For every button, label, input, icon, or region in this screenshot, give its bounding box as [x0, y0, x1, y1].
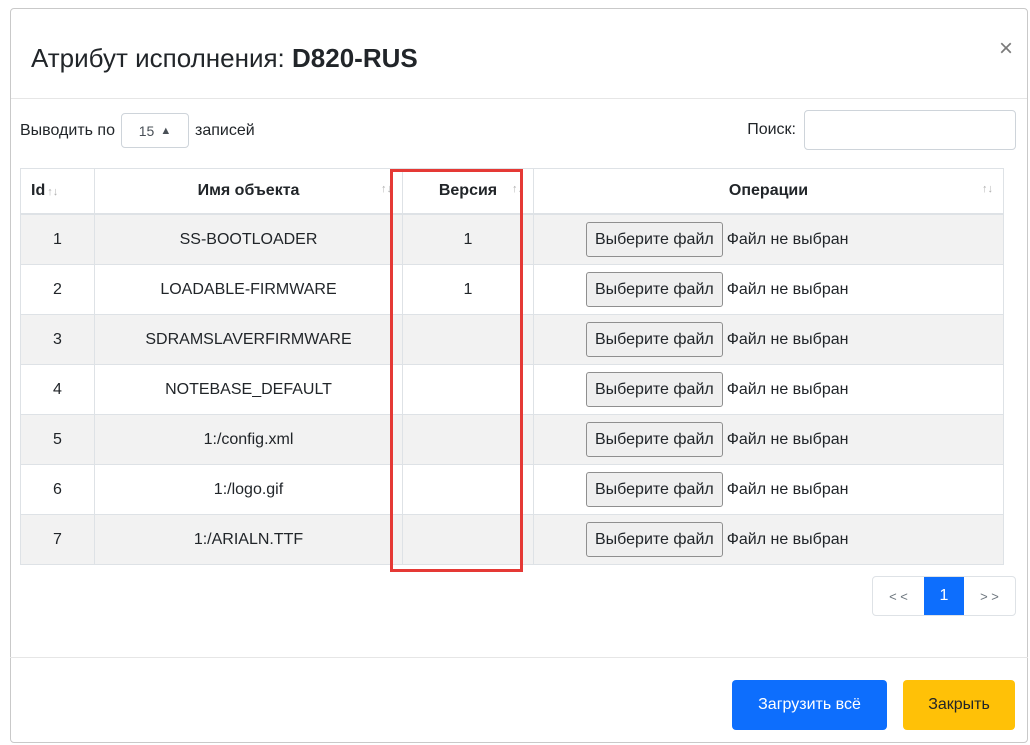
choose-file-button[interactable]: Выберите файл	[586, 222, 723, 257]
cell-version	[402, 514, 534, 565]
cell-name: SS-BOOTLOADER	[94, 213, 403, 265]
table-row: 3 SDRAMSLAVERFIRMWARE Выберите файл Файл …	[20, 314, 1004, 365]
choose-file-button[interactable]: Выберите файл	[586, 272, 723, 307]
file-status: Файл не выбран	[726, 380, 849, 398]
table-row: 6 1:/logo.gif Выберите файл Файл не выбра…	[20, 464, 1004, 515]
table-row: 2 LOADABLE-FIRMWARE 1 Выберите файл Файл …	[20, 264, 1004, 315]
file-status: Файл не выбран	[726, 280, 849, 298]
cell-version: 1	[402, 213, 534, 265]
search-input[interactable]	[804, 110, 1016, 150]
modal-title: Атрибут исполнения: D820-RUS	[31, 40, 418, 76]
pagination-prev[interactable]: < <	[873, 577, 924, 615]
page-size-control: Выводить по 15 ▲︎ записей	[20, 113, 255, 148]
search-label: Поиск:	[747, 121, 796, 138]
records-label: записей	[194, 121, 255, 139]
cell-id: 7	[20, 514, 95, 565]
cell-id: 6	[20, 464, 95, 515]
page-size-select[interactable]: 15 ▲︎	[120, 113, 189, 148]
close-button[interactable]: Закрыть	[903, 680, 1015, 730]
table-row: 1 SS-BOOTLOADER 1 Выберите файл Файл не в…	[20, 213, 1004, 265]
header-operations-label: Операции	[728, 182, 809, 199]
show-label: Выводить по	[20, 121, 115, 139]
pagination-page-current[interactable]: 1	[924, 577, 964, 615]
column-header-name[interactable]: Имя объекта ↑↓	[94, 168, 403, 215]
upload-all-button[interactable]: Загрузить всё	[732, 680, 887, 730]
file-status: Файл не выбран	[726, 530, 849, 548]
cell-version	[402, 314, 534, 365]
choose-file-button[interactable]: Выберите файл	[586, 422, 723, 457]
cell-version	[402, 414, 534, 465]
column-header-operations[interactable]: Операции ↑↓	[533, 168, 1004, 215]
cell-name: SDRAMSLAVERFIRMWARE	[94, 314, 403, 365]
search-control: Поиск:	[747, 110, 1016, 150]
close-icon[interactable]: ×	[999, 37, 1013, 61]
modal-title-name: D820-RUS	[292, 43, 418, 73]
page-size-value: 15	[138, 122, 155, 139]
table-body: 1 SS-BOOTLOADER 1 Выберите файл Файл не в…	[20, 213, 1004, 565]
cell-name: 1:/ARIALN.TTF	[94, 514, 403, 565]
cell-name: LOADABLE-FIRMWARE	[94, 264, 403, 315]
column-header-version[interactable]: Версия ↑↓	[402, 168, 534, 215]
cell-name: 1:/logo.gif	[94, 464, 403, 515]
modal-title-prefix: Атрибут исполнения:	[31, 43, 293, 73]
table-header-row: Id ↑↓ Имя объекта ↑↓ Версия ↑↓ Операции ↑↓	[20, 168, 1004, 215]
cell-operations: Выберите файл Файл не выбран	[533, 213, 1004, 265]
column-header-id[interactable]: Id ↑↓	[20, 168, 95, 215]
cell-operations: Выберите файл Файл не выбран	[533, 414, 1004, 465]
cell-operations: Выберите файл Файл не выбран	[533, 314, 1004, 365]
cell-version: 1	[402, 264, 534, 315]
file-status: Файл не выбран	[726, 330, 849, 348]
sort-icon: ↑↓	[512, 183, 523, 195]
cell-name: NOTEBASE_DEFAULT	[94, 364, 403, 415]
choose-file-button[interactable]: Выберите файл	[586, 472, 723, 507]
header-id-label: Id	[31, 182, 46, 199]
sort-icon: ↑↓	[47, 186, 59, 198]
file-status: Файл не выбран	[726, 230, 849, 248]
modal-header: Атрибут исполнения: D820-RUS ×	[11, 9, 1027, 99]
choose-file-button[interactable]: Выберите файл	[586, 372, 723, 407]
cell-operations: Выберите файл Файл не выбран	[533, 264, 1004, 315]
cell-id: 3	[20, 314, 95, 365]
file-status: Файл не выбран	[726, 430, 849, 448]
cell-id: 1	[20, 213, 95, 265]
table-row: 7 1:/ARIALN.TTF Выберите файл Файл не выб…	[20, 514, 1004, 565]
choose-file-button[interactable]: Выберите файл	[586, 522, 723, 557]
sort-icon: ↑↓	[982, 183, 993, 195]
cell-id: 2	[20, 264, 95, 315]
choose-file-button[interactable]: Выберите файл	[586, 322, 723, 357]
cell-version	[402, 364, 534, 415]
pagination: < < 1 > >	[872, 576, 1016, 616]
header-version-label: Версия	[438, 182, 498, 199]
updown-icon: ▲︎	[160, 124, 172, 137]
table-row: 4 NOTEBASE_DEFAULT Выберите файл Файл не …	[20, 364, 1004, 415]
cell-operations: Выберите файл Файл не выбран	[533, 464, 1004, 515]
cell-name: 1:/config.xml	[94, 414, 403, 465]
file-status: Файл не выбран	[726, 480, 849, 498]
header-name-label: Имя объекта	[197, 182, 300, 199]
sort-icon: ↑↓	[381, 183, 392, 195]
cell-operations: Выберите файл Файл не выбран	[533, 364, 1004, 415]
cell-id: 5	[20, 414, 95, 465]
cell-id: 4	[20, 364, 95, 415]
objects-table: Id ↑↓ Имя объекта ↑↓ Версия ↑↓ Операции ↑↓ 1…	[20, 168, 1004, 565]
table-row: 5 1:/config.xml Выберите файл Файл не выб…	[20, 414, 1004, 465]
pagination-next[interactable]: > >	[964, 577, 1015, 615]
cell-operations: Выберите файл Файл не выбран	[533, 514, 1004, 565]
cell-version	[402, 464, 534, 515]
